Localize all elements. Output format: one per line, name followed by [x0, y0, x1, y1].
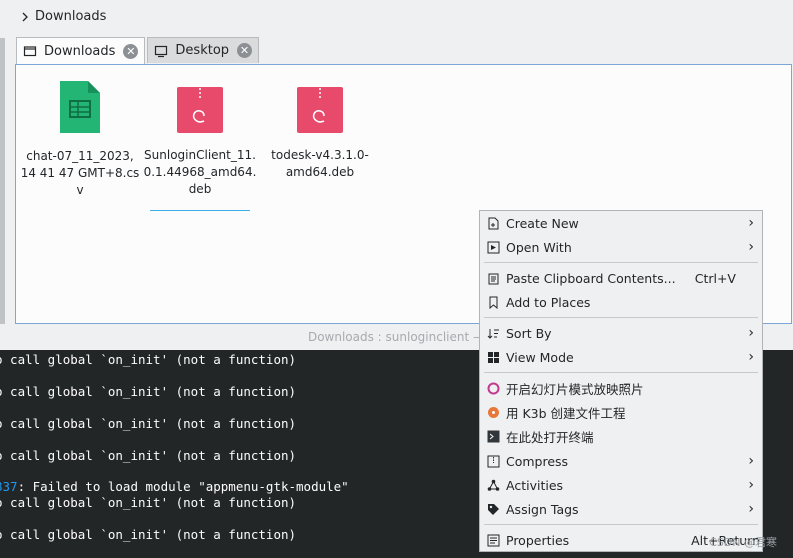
menu-item-k3b[interactable]: 用 K3b 创建文件工程	[480, 400, 762, 424]
chevron-right-icon: ›	[748, 349, 754, 365]
file-item-todesk[interactable]: todesk-v4.3.1.0- amd64.deb	[260, 86, 380, 181]
panel-scrollbar[interactable]	[0, 38, 5, 324]
open-with-icon	[487, 241, 500, 253]
chevron-right-icon: ›	[748, 453, 754, 469]
watermark: CSDN @君寒	[709, 536, 777, 549]
file-name: todesk-v4.3.1.0- amd64.deb	[271, 148, 369, 179]
terminal-icon	[487, 430, 500, 442]
close-tab-icon[interactable]: ✕	[123, 43, 139, 59]
chevron-right-icon: ›	[748, 477, 754, 493]
clipboard-icon	[488, 273, 499, 284]
menu-item-create-new[interactable]: Create New ›	[480, 211, 762, 235]
breadcrumb-label: Downloads	[35, 9, 107, 24]
menu-item-view-mode[interactable]: View Mode ›	[480, 345, 762, 369]
tab-bar: Downloads ✕ Desktop ✕	[16, 37, 261, 64]
slideshow-icon	[487, 382, 500, 394]
breadcrumb[interactable]: Downloads	[18, 9, 106, 24]
bookmark-icon	[489, 296, 498, 309]
tab-desktop[interactable]: Desktop ✕	[147, 37, 260, 63]
chevron-right-icon: ›	[748, 215, 754, 231]
close-tab-icon[interactable]: ✕	[237, 43, 253, 58]
menu-item-compress[interactable]: Compress ›	[480, 449, 762, 473]
menu-item-slideshow[interactable]: 开启幻灯片模式放映照片	[480, 376, 762, 400]
tab-label: Downloads	[44, 43, 116, 59]
activities-icon	[487, 479, 500, 491]
desktop-icon	[155, 45, 168, 57]
menu-separator	[484, 524, 758, 525]
grid-view-icon	[488, 351, 499, 363]
location-bar: Downloads	[0, 0, 793, 35]
debian-package-icon	[177, 87, 223, 133]
debian-package-icon	[297, 87, 343, 133]
chevron-right-icon	[22, 12, 28, 21]
k3b-disc-icon	[488, 406, 499, 418]
menu-separator	[484, 262, 758, 263]
terminal-line: o call global `on_init' (not a function)	[0, 416, 297, 431]
file-item-sunlogin[interactable]: SunloginClient_11. 0.1.44968_amd64. deb	[140, 86, 260, 211]
terminal-line: o call global `on_init' (not a function)	[0, 527, 297, 542]
folder-icon	[23, 46, 37, 57]
menu-item-activities[interactable]: Activities ›	[480, 473, 762, 497]
menu-item-assign-tags[interactable]: Assign Tags ›	[480, 497, 762, 521]
compress-icon	[487, 455, 500, 467]
terminal-line: 837: Failed to load module "appmenu-gtk-…	[0, 479, 349, 494]
tab-label: Desktop	[175, 43, 230, 58]
file-item-csv[interactable]: chat-07_11_2023, 14 41 47 GMT+8.csv	[20, 79, 140, 199]
spreadsheet-icon	[60, 81, 100, 133]
menu-item-paste[interactable]: Paste Clipboard Contents... Ctrl+V	[480, 266, 762, 290]
tag-icon	[488, 503, 499, 515]
context-menu: Create New › Open With › Paste Clipboard…	[479, 210, 763, 552]
rename-underline	[150, 210, 250, 211]
menu-item-open-with[interactable]: Open With ›	[480, 235, 762, 259]
terminal-line: o call global `on_init' (not a function)	[0, 495, 297, 510]
terminal-line: o call global `on_init' (not a function)	[0, 448, 297, 463]
chevron-right-icon: ›	[748, 325, 754, 341]
tab-downloads[interactable]: Downloads ✕	[16, 37, 146, 64]
sort-icon	[487, 328, 499, 339]
menu-item-add-to-places[interactable]: Add to Places	[480, 290, 762, 314]
new-document-icon	[488, 217, 499, 229]
file-name: chat-07_11_2023, 14 41 47 GMT+8.csv	[20, 149, 140, 197]
terminal-line: o call global `on_init' (not a function)	[0, 384, 297, 399]
menu-item-open-terminal[interactable]: 在此处打开终端	[480, 424, 762, 448]
menu-item-sort-by[interactable]: Sort By ›	[480, 321, 762, 345]
chevron-right-icon: ›	[748, 239, 754, 255]
properties-icon	[487, 534, 500, 546]
terminal-line: o call global `on_init' (not a function)	[0, 352, 297, 367]
file-name: SunloginClient_11. 0.1.44968_amd64. deb	[143, 148, 257, 196]
chevron-right-icon: ›	[748, 501, 754, 517]
menu-separator	[484, 372, 758, 373]
menu-separator	[484, 317, 758, 318]
